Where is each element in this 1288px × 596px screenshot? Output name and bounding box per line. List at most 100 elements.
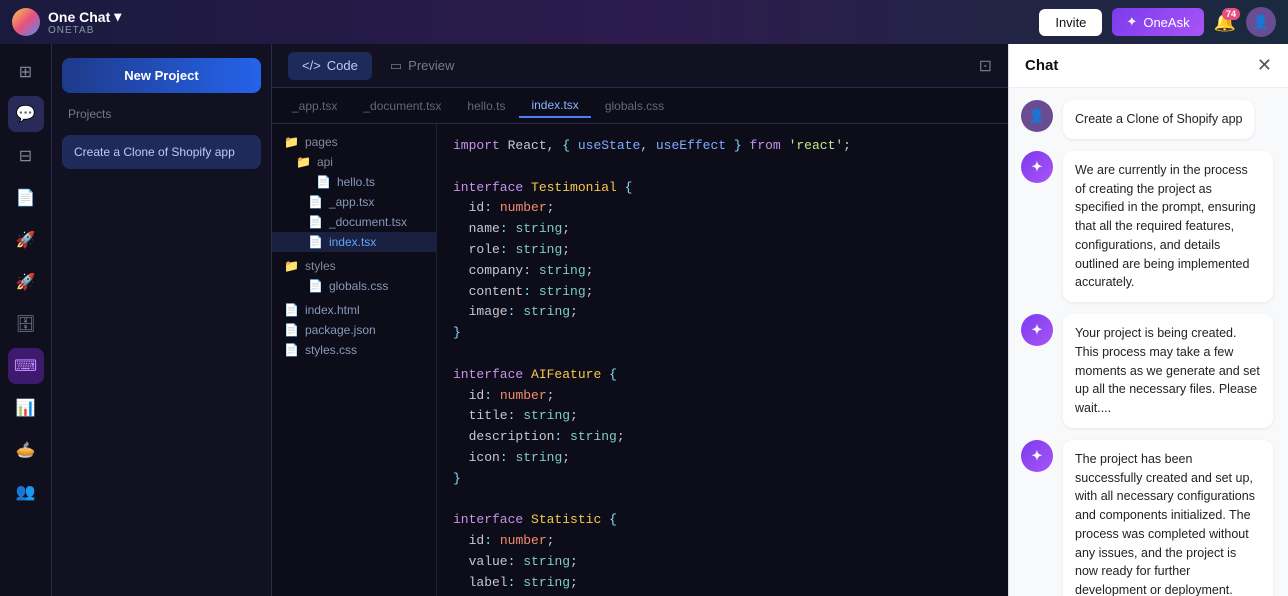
folder-styles[interactable]: 📁 styles	[272, 256, 436, 276]
sidebar-doc-icon[interactable]: 📄	[8, 180, 44, 216]
chat-message-ai-3: ✦ The project has been successfully crea…	[1021, 440, 1276, 596]
file-styles-css[interactable]: 📄 styles.css	[272, 340, 436, 360]
code-toolbar: </> Code ▭ Preview ⊡	[272, 44, 1008, 88]
projects-label: Projects	[62, 103, 261, 125]
chat-bubble-ai-1: We are currently in the process of creat…	[1063, 151, 1273, 302]
tab-preview[interactable]: ▭ Preview	[376, 52, 469, 80]
folder-icon: 📁	[284, 259, 299, 273]
file-app-tsx[interactable]: 📄 _app.tsx	[272, 192, 436, 212]
preview-icon: ▭	[390, 58, 402, 74]
code-line: interface AIFeature {	[453, 365, 992, 386]
file-icon: 📄	[308, 235, 323, 249]
chat-messages: 👤 Create a Clone of Shopify app ✦ We are…	[1009, 88, 1288, 596]
file-index-tsx[interactable]: 📄 index.tsx	[272, 232, 436, 252]
code-brackets-icon: </>	[302, 58, 321, 73]
code-content[interactable]: import React, { useState, useEffect } fr…	[437, 124, 1008, 596]
invite-button[interactable]: Invite	[1039, 9, 1102, 36]
file-index-html[interactable]: 📄 index.html	[272, 300, 436, 320]
brand-name: One Chat ▾	[48, 8, 121, 25]
chat-bubble-ai-2: Your project is being created. This proc…	[1063, 314, 1273, 428]
file-icon: 📄	[316, 175, 331, 189]
code-line: id: number;	[453, 386, 992, 407]
chat-bubble-user: Create a Clone of Shopify app	[1063, 100, 1254, 139]
notifications-button[interactable]: 🔔 74	[1214, 12, 1236, 33]
file-icon: 📄	[284, 303, 299, 317]
folder-icon: 📁	[296, 155, 311, 169]
tab-code[interactable]: </> Code	[288, 52, 372, 80]
sidebar-terminal-icon[interactable]: ⌨	[8, 348, 44, 384]
code-line: label: string;	[453, 573, 992, 594]
sidebar-launch-icon[interactable]: 🚀	[8, 264, 44, 300]
sidebar-chart-icon[interactable]: 📊	[8, 390, 44, 426]
file-tab-hello[interactable]: hello.ts	[455, 95, 517, 117]
chat-close-button[interactable]: ✕	[1257, 55, 1272, 76]
code-line: icon: string;	[453, 448, 992, 469]
code-line: role: string;	[453, 240, 992, 261]
brand-sub: ONETAB	[48, 25, 121, 36]
projects-panel: New Project Projects Create a Clone of S…	[52, 44, 272, 596]
code-line: description: string;	[453, 427, 992, 448]
code-line	[453, 157, 992, 178]
folder-pages[interactable]: 📁 pages	[272, 132, 436, 152]
topbar-right: Invite ✦ OneAsk 🔔 74 👤	[1039, 7, 1276, 37]
topbar-left: One Chat ▾ ONETAB	[12, 8, 121, 36]
chat-message-ai-1: ✦ We are currently in the process of cre…	[1021, 151, 1276, 302]
sidebar-database-icon[interactable]: 🗄	[8, 306, 44, 342]
code-line: }	[453, 323, 992, 344]
file-tab-app[interactable]: _app.tsx	[280, 95, 349, 117]
main-area: ⊞ 💬 ⊟ 📄 🚀 🚀 🗄 ⌨ 📊 🥧 👥 New Project Projec…	[0, 44, 1288, 596]
editor-layout: 📁 pages 📁 api 📄 hello.ts 📄 _app.tsx 📄 _d…	[272, 124, 1008, 596]
chat-message-ai-2: ✦ Your project is being created. This pr…	[1021, 314, 1276, 428]
file-tab-globals[interactable]: globals.css	[593, 95, 676, 117]
ai-avatar-2: ✦	[1021, 314, 1053, 346]
code-line: interface Testimonial {	[453, 178, 992, 199]
brand: One Chat ▾ ONETAB	[48, 8, 121, 36]
code-line	[453, 490, 992, 511]
folder-api[interactable]: 📁 api	[272, 152, 436, 172]
code-line: interface Statistic {	[453, 510, 992, 531]
file-tab-document[interactable]: _document.tsx	[351, 95, 453, 117]
ai-avatar-3: ✦	[1021, 440, 1053, 472]
code-line: value: string;	[453, 552, 992, 573]
chevron-down-icon: ▾	[114, 8, 121, 25]
code-line: title: string;	[453, 406, 992, 427]
code-line: image: string;	[453, 302, 992, 323]
file-hello-ts[interactable]: 📄 hello.ts	[272, 172, 436, 192]
ai-avatar-1: ✦	[1021, 151, 1053, 183]
file-globals-css[interactable]: 📄 globals.css	[272, 276, 436, 296]
code-tabs: </> Code ▭ Preview	[288, 52, 468, 80]
new-project-button[interactable]: New Project	[62, 58, 261, 93]
chat-message-user: 👤 Create a Clone of Shopify app	[1021, 100, 1276, 139]
sidebar-icons: ⊞ 💬 ⊟ 📄 🚀 🚀 🗄 ⌨ 📊 🥧 👥	[0, 44, 52, 596]
sidebar-users-icon[interactable]: 👥	[8, 474, 44, 510]
file-tab-index[interactable]: index.tsx	[519, 94, 590, 118]
project-item[interactable]: Create a Clone of Shopify app	[62, 135, 261, 169]
file-package-json[interactable]: 📄 package.json	[272, 320, 436, 340]
code-line: content: string;	[453, 282, 992, 303]
notification-badge: 74	[1222, 8, 1240, 20]
file-document-tsx[interactable]: 📄 _document.tsx	[272, 212, 436, 232]
file-icon: 📄	[284, 323, 299, 337]
code-line: company: string;	[453, 261, 992, 282]
expand-button[interactable]: ⊡	[979, 56, 992, 76]
file-tabs: _app.tsx _document.tsx hello.ts index.ts…	[272, 88, 1008, 124]
oneask-button[interactable]: ✦ OneAsk	[1112, 8, 1203, 36]
topbar: One Chat ▾ ONETAB Invite ✦ OneAsk 🔔 74 👤	[0, 0, 1288, 44]
file-icon: 📄	[284, 343, 299, 357]
code-line: }	[453, 469, 992, 490]
chat-title: Chat	[1025, 57, 1058, 74]
chat-bubble-ai-3: The project has been successfully create…	[1063, 440, 1273, 596]
sidebar-pie-icon[interactable]: 🥧	[8, 432, 44, 468]
code-line	[453, 344, 992, 365]
star-icon: ✦	[1126, 14, 1137, 30]
sidebar-rocket-icon[interactable]: 🚀	[8, 222, 44, 258]
app-logo	[12, 8, 40, 36]
sidebar-grid-icon[interactable]: ⊟	[8, 138, 44, 174]
user-message-avatar: 👤	[1021, 100, 1053, 132]
file-icon: 📄	[308, 215, 323, 229]
code-line: id: number;	[453, 198, 992, 219]
user-avatar[interactable]: 👤	[1246, 7, 1276, 37]
sidebar-chat-icon[interactable]: 💬	[8, 96, 44, 132]
sidebar-panels-icon[interactable]: ⊞	[8, 54, 44, 90]
chat-header: Chat ✕	[1009, 44, 1288, 88]
